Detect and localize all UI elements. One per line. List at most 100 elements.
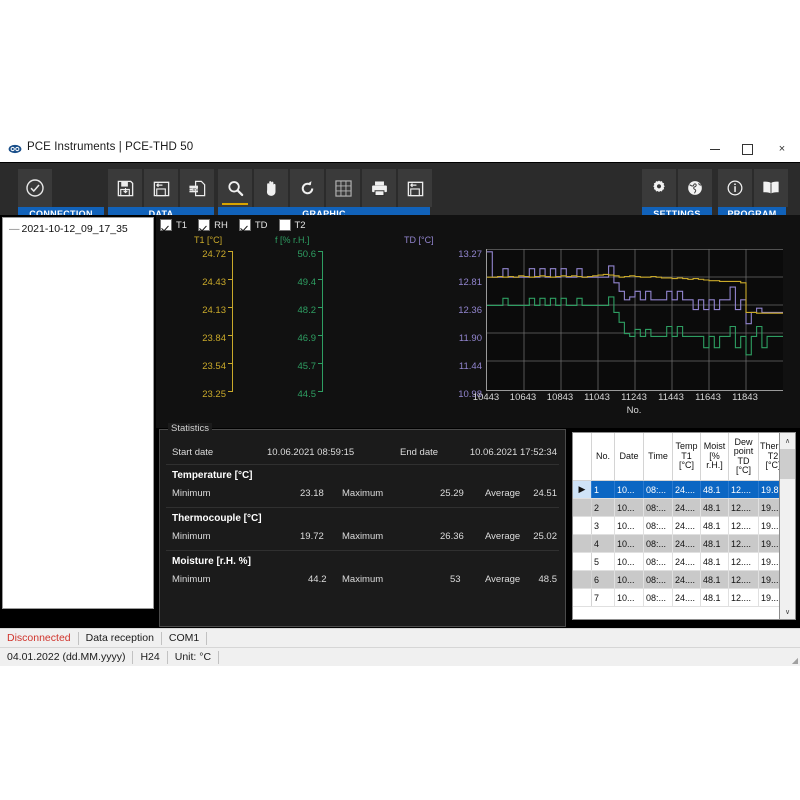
group-title-moisture: Moisture [r.H. %] xyxy=(172,556,251,567)
table-row[interactable]: 7 10... 08:... 24.... 48.1 12.... 19.... xyxy=(573,589,782,607)
cell-no: 3 xyxy=(592,517,615,535)
table-vertical-scrollbar[interactable]: ∧ ∨ xyxy=(779,432,796,620)
statistics-panel: Statistics Start date 10.06.2021 08:59:1… xyxy=(159,429,566,627)
minimize-button[interactable] xyxy=(698,137,731,161)
about-button[interactable] xyxy=(718,169,752,207)
chart-plot-area[interactable] xyxy=(486,249,783,391)
grid-toggle-button[interactable] xyxy=(326,169,360,207)
table-row[interactable]: 5 10... 08:... 24.... 48.1 12.... 19.... xyxy=(573,553,782,571)
statistics-group-moisture-title: Moisture [r.H. %] xyxy=(160,551,565,571)
cell-no: 1 xyxy=(592,481,615,499)
settings-button[interactable] xyxy=(642,169,676,207)
cell-td: 12.... xyxy=(729,589,759,607)
window-resize-grip[interactable]: ◢ xyxy=(792,656,798,665)
table-row[interactable]: 6 10... 08:... 24.... 48.1 12.... 19.... xyxy=(573,571,782,589)
table-header-date[interactable]: Date xyxy=(615,433,644,481)
main-content: —2021-10-12_09_17_35 T1 RH TD xyxy=(0,215,800,628)
group-title-thermocouple: Thermocouple [°C] xyxy=(172,513,262,524)
legend-item-td[interactable]: TD xyxy=(239,219,268,231)
reset-view-button[interactable] xyxy=(290,169,324,207)
table-row[interactable]: 3 10... 08:... 24.... 48.1 12.... 19.... xyxy=(573,517,782,535)
cell-time: 08:... xyxy=(644,499,673,517)
scroll-down-button[interactable]: ∨ xyxy=(780,604,795,619)
chart-legend: T1 RH TD T2 xyxy=(160,218,317,232)
cell-no: 2 xyxy=(592,499,615,517)
toolbar-group-graphic xyxy=(218,169,434,207)
cell-time: 08:... xyxy=(644,571,673,589)
open-button[interactable] xyxy=(144,169,178,207)
legend-checkbox-t1[interactable] xyxy=(160,219,172,231)
legend-item-t2[interactable]: T2 xyxy=(279,219,306,231)
cell-rh: 48.1 xyxy=(701,517,729,535)
avg-value-thermocouple: 25.02 xyxy=(533,531,557,542)
chart-panel[interactable]: T1 RH TD T2 T1 [°C] 24.72 24.4 xyxy=(156,215,800,428)
zoom-tool-button[interactable] xyxy=(218,169,252,207)
cell-td: 12.... xyxy=(729,553,759,571)
cell-date: 10... xyxy=(615,499,644,517)
min-value-temperature: 23.18 xyxy=(300,488,324,499)
legend-checkbox-rh[interactable] xyxy=(198,219,210,231)
legend-item-rh[interactable]: RH xyxy=(198,219,228,231)
min-label-moisture: Minimum xyxy=(172,574,211,585)
gear-icon xyxy=(650,179,668,197)
legend-checkbox-t2[interactable] xyxy=(279,219,291,231)
axis-title-rh: f [% r.H.] xyxy=(275,235,310,245)
window-controls: × xyxy=(698,137,800,161)
toolbar: CONNECTION xyxy=(0,162,800,215)
close-button[interactable]: × xyxy=(764,137,800,161)
scroll-up-button[interactable]: ∧ xyxy=(780,433,795,448)
hand-icon xyxy=(262,179,281,198)
data-table[interactable]: No. Date Time Temp T1 [°C] Moist [% r.H.… xyxy=(572,432,782,620)
table-header-temp-t1[interactable]: Temp T1 [°C] xyxy=(673,433,701,481)
scroll-thumb[interactable] xyxy=(780,449,795,479)
status-port: COM1 xyxy=(162,632,207,645)
refresh-icon xyxy=(298,179,317,198)
info-icon xyxy=(726,179,744,197)
legend-item-t1[interactable]: T1 xyxy=(160,219,187,231)
toolbar-group-data: CSV xyxy=(108,169,216,207)
table-header-dewpoint[interactable]: Dew point TD [°C] xyxy=(729,433,759,481)
axis-title-td: TD [°C] xyxy=(404,235,434,245)
avg-value-moisture: 48.5 xyxy=(539,574,558,585)
table-header-moist[interactable]: Moist [% r.H.] xyxy=(701,433,729,481)
language-button[interactable] xyxy=(678,169,712,207)
table-header-no[interactable]: No. xyxy=(592,433,615,481)
file-tree[interactable]: —2021-10-12_09_17_35 xyxy=(2,217,154,609)
statistics-title: Statistics xyxy=(168,423,212,434)
table-row[interactable]: 4 10... 08:... 24.... 48.1 12.... 19.... xyxy=(573,535,782,553)
chart-svg xyxy=(487,249,783,390)
table-header-time[interactable]: Time xyxy=(644,433,673,481)
statistics-daterow: Start date 10.06.2021 08:59:15 End date … xyxy=(160,442,565,464)
cell-time: 08:... xyxy=(644,553,673,571)
statistics-group-moisture-values: Minimum 44.2 Maximum 53 Average 48.5 xyxy=(160,571,565,593)
maximize-button[interactable] xyxy=(731,137,764,161)
max-label-thermocouple: Maximum xyxy=(342,531,383,542)
avg-label-thermocouple: Average xyxy=(485,531,520,542)
tree-item-label: 2021-10-12_09_17_35 xyxy=(22,223,128,235)
save-image-button[interactable] xyxy=(398,169,432,207)
legend-checkbox-td[interactable] xyxy=(239,219,251,231)
save-button[interactable] xyxy=(108,169,142,207)
manual-button[interactable] xyxy=(754,169,788,207)
pan-tool-button[interactable] xyxy=(254,169,288,207)
group-title-temperature: Temperature [°C] xyxy=(172,470,253,481)
grid-icon xyxy=(335,180,352,197)
table-row[interactable]: 2 10... 08:... 24.... 48.1 12.... 19.... xyxy=(573,499,782,517)
check-circle-icon xyxy=(25,178,45,198)
table-header-marker xyxy=(573,433,592,481)
export-csv-button[interactable]: CSV xyxy=(180,169,214,207)
connect-button[interactable] xyxy=(18,169,52,207)
print-button[interactable] xyxy=(362,169,396,207)
start-date-label: Start date xyxy=(172,447,213,458)
table-row[interactable]: ▶ 1 10... 08:... 24.... 48.1 12.... 19.8 xyxy=(573,481,782,499)
cell-no: 7 xyxy=(592,589,615,607)
cell-t1: 24.... xyxy=(673,535,701,553)
tree-item-recording[interactable]: —2021-10-12_09_17_35 xyxy=(3,223,153,235)
max-value-moisture: 53 xyxy=(450,574,461,585)
cell-time: 08:... xyxy=(644,481,673,499)
cell-td: 12.... xyxy=(729,571,759,589)
cell-no: 4 xyxy=(592,535,615,553)
minimize-icon xyxy=(710,149,720,150)
cell-date: 10... xyxy=(615,553,644,571)
cell-date: 10... xyxy=(615,517,644,535)
